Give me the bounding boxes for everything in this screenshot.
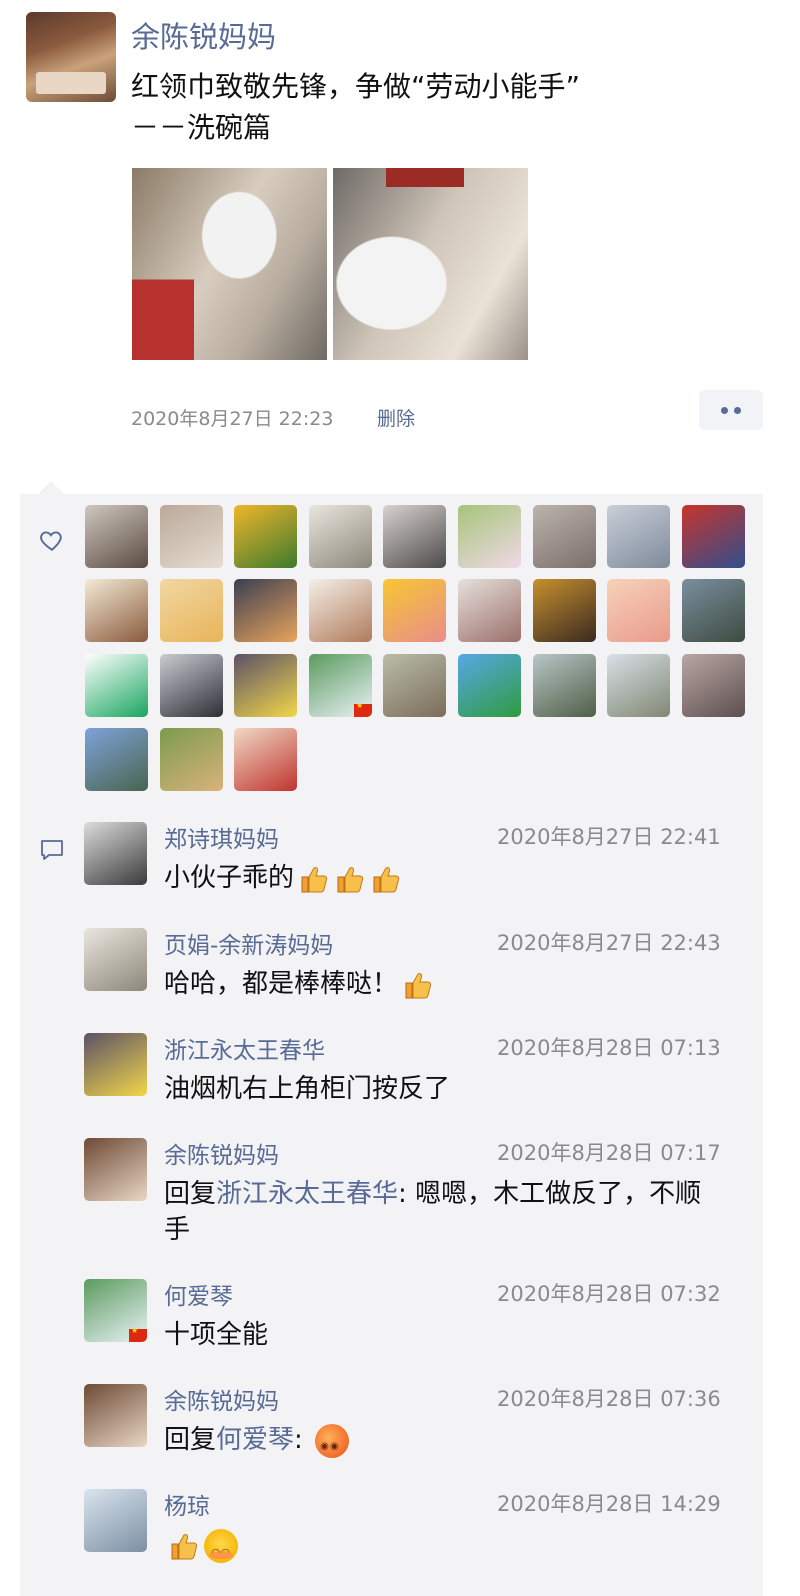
comment-bubble-icon <box>41 840 63 860</box>
comment-timestamp: 2020年8月28日 07:17 <box>497 1141 721 1165</box>
like-avatar-14[interactable] <box>383 579 446 642</box>
comment-body: 油烟机右上角柜门按反了 <box>164 1074 451 1104</box>
commenter-avatar[interactable] <box>84 928 147 991</box>
like-avatar-3[interactable] <box>234 505 297 568</box>
like-avatar-22[interactable] <box>309 654 372 717</box>
thumbs-up-icon <box>337 866 364 892</box>
reply-separator: : <box>398 1179 416 1209</box>
comment-body: 哈哈，都是棒棒哒！ <box>164 969 399 999</box>
commenter-avatar[interactable] <box>84 1279 147 1342</box>
like-avatar-21[interactable] <box>234 654 297 717</box>
like-avatar-12[interactable] <box>234 579 297 642</box>
like-avatar-6[interactable] <box>458 505 521 568</box>
comment-text <box>164 1527 724 1571</box>
like-avatar-13[interactable] <box>309 579 372 642</box>
comment-timestamp: 2020年8月28日 07:13 <box>497 1036 721 1060</box>
comment-text: 十项全能 <box>164 1317 724 1353</box>
like-avatar-1[interactable] <box>85 505 148 568</box>
like-avatar-28[interactable] <box>85 728 148 791</box>
flag-icon <box>354 701 372 717</box>
commenter-avatar[interactable] <box>84 1033 147 1096</box>
poster-name[interactable]: 余陈锐妈妈 <box>131 14 276 56</box>
like-avatar-25[interactable] <box>533 654 596 717</box>
reply-to-name[interactable]: 浙江永太王春华 <box>216 1179 398 1209</box>
like-avatar-10[interactable] <box>85 579 148 642</box>
like-avatar-30[interactable] <box>234 728 297 791</box>
comment-timestamp: 2020年8月28日 07:32 <box>497 1282 721 1306</box>
like-avatar-2[interactable] <box>160 505 223 568</box>
reply-prefix: 回复 <box>164 1179 217 1209</box>
commenter-name[interactable]: 杨琼 <box>164 1487 210 1521</box>
commenter-avatar[interactable] <box>84 1138 147 1201</box>
like-avatar-17[interactable] <box>607 579 670 642</box>
reply-separator: : <box>294 1425 312 1455</box>
like-avatar-29[interactable] <box>160 728 223 791</box>
comment-text: 回复浙江永太王春华: 嗯嗯，木工做反了，不顺手 <box>164 1176 724 1248</box>
like-avatar-24[interactable] <box>458 654 521 717</box>
blushing-face-icon <box>204 1528 238 1571</box>
comment-timestamp: 2020年8月28日 07:36 <box>497 1387 721 1411</box>
like-avatar-8[interactable] <box>607 505 670 568</box>
post-photo-1[interactable] <box>132 168 327 360</box>
comment-text: 哈哈，都是棒棒哒！ <box>164 966 724 1002</box>
post-text: 红领巾致敬先锋，争做“劳动小能手” －－洗碗篇 <box>131 70 581 144</box>
like-avatar-27[interactable] <box>682 654 745 717</box>
comment-timestamp: 2020年8月27日 22:41 <box>497 825 721 849</box>
like-avatar-7[interactable] <box>533 505 596 568</box>
heart-icon <box>40 531 62 551</box>
thumbs-up-icon <box>301 866 328 892</box>
comment-text: 油烟机右上角柜门按反了 <box>164 1071 724 1107</box>
thumbs-up-icon <box>171 1533 198 1559</box>
commenter-name[interactable]: 余陈锐妈妈 <box>164 1382 279 1416</box>
like-avatar-26[interactable] <box>607 654 670 717</box>
like-avatar-15[interactable] <box>458 579 521 642</box>
comment-timestamp: 2020年8月28日 14:29 <box>497 1492 721 1516</box>
like-avatar-11[interactable] <box>160 579 223 642</box>
commenter-name[interactable]: 浙江永太王春华 <box>164 1031 325 1065</box>
comment-timestamp: 2020年8月27日 22:43 <box>497 931 721 955</box>
like-avatar-9[interactable] <box>682 505 745 568</box>
like-avatar-19[interactable] <box>85 654 148 717</box>
commenter-avatar[interactable] <box>84 1489 147 1552</box>
thumbs-up-icon <box>405 972 432 998</box>
like-avatar-18[interactable] <box>682 579 745 642</box>
more-dots-icon[interactable] <box>699 390 763 430</box>
comment-text: 回复何爱琴: <box>164 1422 724 1465</box>
commenter-avatar[interactable] <box>84 822 147 885</box>
delete-link[interactable]: 删除 <box>377 404 415 431</box>
like-avatar-23[interactable] <box>383 654 446 717</box>
flag-icon <box>129 1326 147 1342</box>
like-avatar-16[interactable] <box>533 579 596 642</box>
flushed-face-icon <box>315 1423 350 1465</box>
commenter-avatar[interactable] <box>84 1384 147 1447</box>
comment-body: 十项全能 <box>164 1320 269 1350</box>
panel-pointer <box>38 481 64 494</box>
commenter-name[interactable]: 郑诗琪妈妈 <box>164 820 279 854</box>
post-timestamp: 2020年8月27日 22:23 <box>131 408 334 430</box>
comment-body: 小伙子乖的 <box>164 863 295 893</box>
reply-prefix: 回复 <box>164 1425 217 1455</box>
thumbs-up-icon <box>373 866 400 892</box>
reply-to-name[interactable]: 何爱琴 <box>216 1425 294 1455</box>
commenter-name[interactable]: 何爱琴 <box>164 1277 233 1311</box>
comment-text: 小伙子乖的 <box>164 860 724 896</box>
like-avatar-5[interactable] <box>383 505 446 568</box>
like-avatar-4[interactable] <box>309 505 372 568</box>
like-avatar-20[interactable] <box>160 654 223 717</box>
commenter-name[interactable]: 页娟-余新涛妈妈 <box>164 926 333 960</box>
post-photo-2[interactable] <box>333 168 528 360</box>
commenter-name[interactable]: 余陈锐妈妈 <box>164 1136 279 1170</box>
poster-avatar[interactable] <box>26 12 116 102</box>
